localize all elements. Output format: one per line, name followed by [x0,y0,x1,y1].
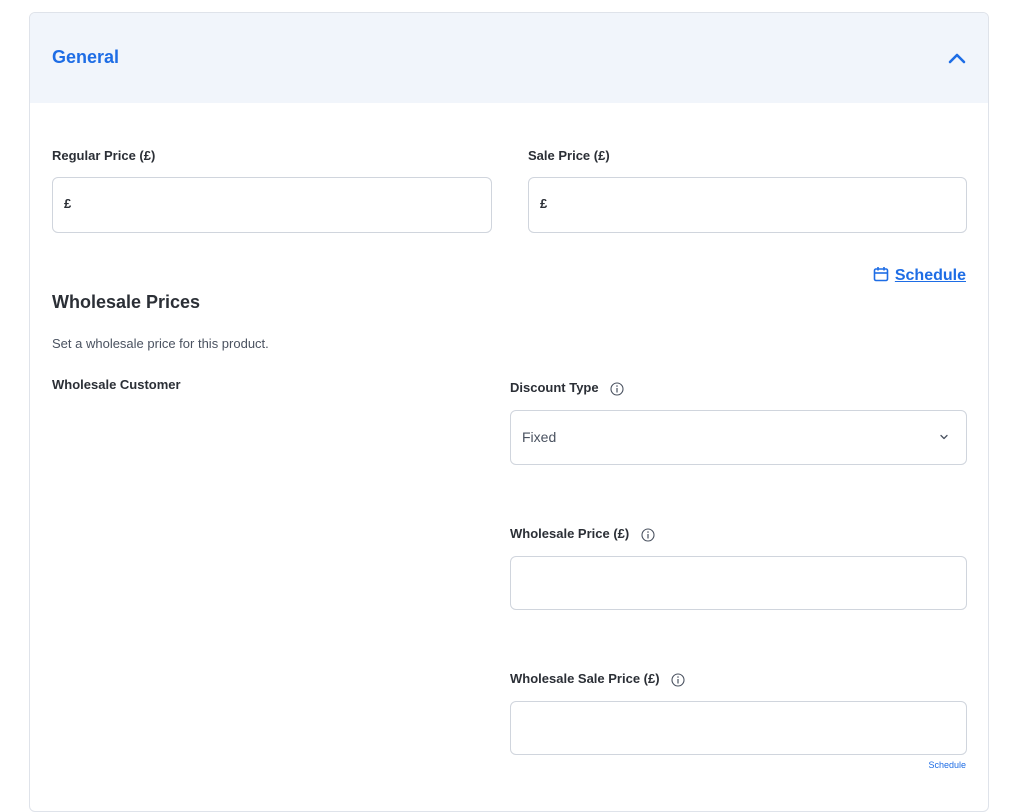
wholesale-price-label-text: Wholesale Price (£) [510,526,630,541]
info-icon[interactable] [641,528,655,542]
schedule-link-label: Schedule [894,267,966,284]
info-icon[interactable] [671,673,685,687]
wholesale-sale-price-label-text: Wholesale Sale Price (£) [510,671,660,686]
general-panel: General Regular Price (£) £ Sale Price (… [29,12,989,812]
discount-type-label-text: Discount Type [510,380,599,395]
currency-prefix: £ [64,196,72,211]
wholesale-customer-label: Wholesale Customer [52,377,181,392]
wholesale-description: Set a wholesale price for this product. [52,336,269,351]
regular-price-input[interactable]: £ [52,177,492,233]
wholesale-price-input[interactable] [510,556,967,610]
chevron-up-icon[interactable] [946,47,968,69]
discount-type-select[interactable]: Fixed [510,410,967,465]
panel-header[interactable]: General [30,13,988,103]
panel-title: General [52,47,120,67]
currency-prefix: £ [540,196,548,211]
wholesale-price-label: Wholesale Price (£) [510,526,655,542]
wholesale-schedule-link[interactable]: Schedule [928,760,966,770]
wholesale-sale-price-input[interactable] [510,701,967,755]
sale-price-label: Sale Price (£) [528,148,610,163]
chevron-down-icon [940,434,948,440]
discount-type-label: Discount Type [510,380,624,396]
regular-price-label: Regular Price (£) [52,148,156,163]
schedule-link[interactable]: Schedule [873,266,966,285]
discount-type-value: Fixed [522,429,557,445]
wholesale-section-title: Wholesale Prices [52,292,201,312]
info-icon[interactable] [610,382,624,396]
sale-price-input[interactable]: £ [528,177,967,233]
wholesale-sale-price-label: Wholesale Sale Price (£) [510,671,685,687]
calendar-icon [873,267,889,282]
